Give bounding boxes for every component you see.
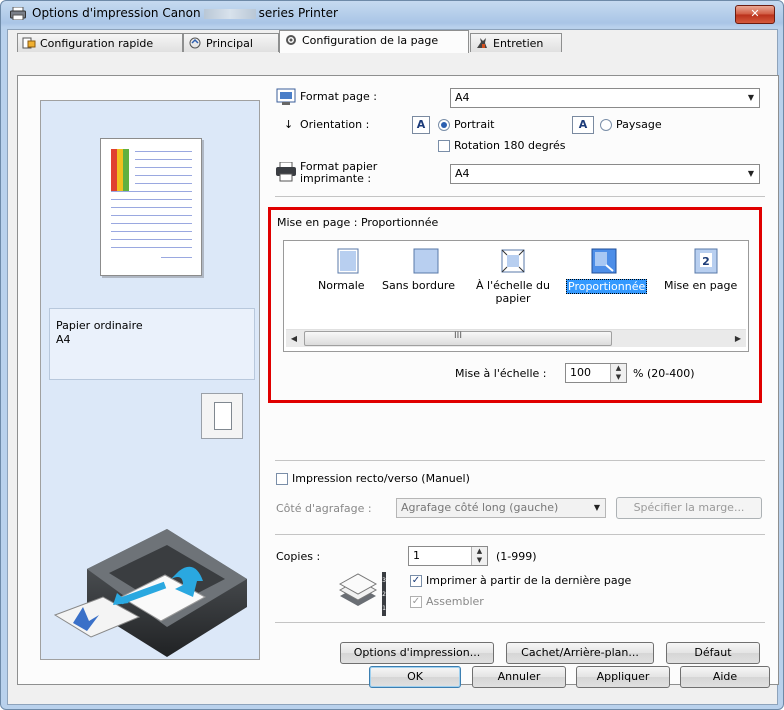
svg-text:2: 2 [702,255,710,268]
orientation-arrow-icon: ↓ [284,118,294,131]
portrait-radio[interactable] [438,119,450,131]
specify-margin-button[interactable]: Spécifier la marge... [616,497,762,519]
page-preview [100,138,202,276]
tab-page-setup[interactable]: Configuration de la page [279,30,469,53]
orientation-label: Orientation : [300,118,370,131]
page-layout-icon[interactable]: 2 [692,247,720,275]
layout-borderless-label[interactable]: Sans bordure [382,279,455,292]
quick-setup-icon [22,37,36,49]
landscape-radio[interactable] [600,119,612,131]
divider [275,622,765,623]
print-options-window: Options d'impression Canon series Printer… [0,0,784,710]
tab-maintenance[interactable]: Entretien [470,33,562,52]
defaults-button[interactable]: Défaut [666,642,760,664]
maintenance-icon [477,38,487,48]
layout-fit-to-paper-label[interactable]: À l'échelle du papier [470,279,556,305]
scrollbar-thumb[interactable]: III [304,331,612,346]
duplex-label[interactable]: Impression recto/verso (Manuel) [292,472,470,485]
title-bar[interactable]: Options d'impression Canon series Printer… [1,1,783,27]
svg-text:2: 2 [382,591,386,598]
stapling-side-select[interactable]: Agrafage côté long (gauche) ▼ [396,498,606,518]
printer-paper-size-select[interactable]: A4 ▼ [450,164,760,184]
close-button[interactable]: ✕ [735,5,775,24]
stapling-side-label: Côté d'agrafage : [276,502,372,515]
help-button[interactable]: Aide [680,666,770,688]
layout-list[interactable]: Normale Sans bordure À l'échelle du papie… [283,240,749,352]
apply-button[interactable]: Appliquer [576,666,670,688]
preview-area: Papier ordinaire A4 [40,100,260,660]
print-options-button[interactable]: Options d'impression... [340,642,494,664]
preview-color-bar [111,149,129,191]
printer-paper-label: Format papier imprimante : [300,160,378,185]
portrait-label[interactable]: Portrait [454,118,494,131]
svg-text:3: 3 [382,577,386,584]
scaled-icon[interactable] [590,247,618,275]
ok-button[interactable]: OK [369,666,461,688]
spin-up-down-icon[interactable]: ▲ ▼ [471,547,487,565]
scale-input[interactable]: 100 ▲ ▼ [565,363,627,383]
scroll-right-icon[interactable]: ▶ [731,332,745,345]
collate-checkbox[interactable]: ✓ [410,596,422,608]
scale-range-text: % (20-400) [633,367,695,380]
normal-size-icon[interactable] [334,247,362,275]
layout-scaled-label[interactable]: Proportionnée [566,279,648,294]
page-setup-panel: Papier ordinaire A4 Format page: A4 ▼ ↓… [17,75,779,685]
dialog-client-area: Configuration rapide Principal Configura… [7,29,779,705]
printer-illustration-icon [53,529,247,657]
layout-page-layout-label[interactable]: Mise en page [664,279,737,292]
chevron-down-icon: ▼ [747,169,755,178]
rotate-180-checkbox[interactable] [438,140,450,152]
duplex-checkbox[interactable] [276,473,288,485]
divider [275,534,765,535]
layout-scrollbar[interactable]: ◀ III ▶ [286,329,746,347]
collate-label[interactable]: Assembler [426,595,484,608]
page-format-icon [276,88,296,105]
borderless-icon[interactable] [412,247,440,275]
landscape-icon: A [572,116,594,134]
media-info: Papier ordinaire A4 [49,308,255,380]
tab-principal[interactable]: Principal [183,33,279,52]
scale-label: Mise à l'échelle : [455,367,547,380]
cancel-button[interactable]: Annuler [472,666,566,688]
copies-range-text: (1-999) [496,550,537,563]
layout-title: Mise en page : Proportionnée [277,216,439,229]
portrait-icon: A [412,116,430,134]
copies-stack-icon: 3 2 1 [338,572,386,616]
copies-input[interactable]: 1 ▲ ▼ [408,546,488,566]
copies-label: Copies : [276,550,321,563]
paper-orientation-thumbnail [201,393,243,439]
scroll-left-icon[interactable]: ◀ [287,332,301,345]
chevron-down-icon: ▼ [747,93,755,102]
fit-to-paper-icon[interactable] [499,247,527,275]
page-setup-icon [286,35,296,45]
spin-up-down-icon[interactable]: ▲ ▼ [610,364,626,382]
printer-icon [10,7,26,20]
svg-text:1: 1 [382,605,386,612]
landscape-label[interactable]: Paysage [616,118,662,131]
printer-paper-icon [276,162,296,182]
chevron-down-icon: ▼ [593,503,601,512]
print-from-last-page-label[interactable]: Imprimer à partir de la dernière page [426,574,631,587]
print-from-last-page-checkbox[interactable]: ✓ [410,575,422,587]
window-title: Options d'impression Canon series Printer [32,6,338,20]
media-type-text: Papier ordinaire [56,319,143,332]
layout-section: Mise en page : Proportionnée Normale San… [268,207,762,403]
media-size-text: A4 [56,333,71,346]
stamp-background-button[interactable]: Cachet/Arrière-plan... [506,642,654,664]
page-size-label: Format page : [300,90,377,103]
redacted-model [203,8,256,19]
tab-quick-setup[interactable]: Configuration rapide [17,33,183,52]
layout-normal-label[interactable]: Normale [318,279,365,292]
divider [275,460,765,461]
rotate-180-label[interactable]: Rotation 180 degrés [454,139,566,152]
main-icon [189,37,201,49]
page-size-select[interactable]: A4 ▼ [450,88,760,108]
divider [275,196,765,197]
